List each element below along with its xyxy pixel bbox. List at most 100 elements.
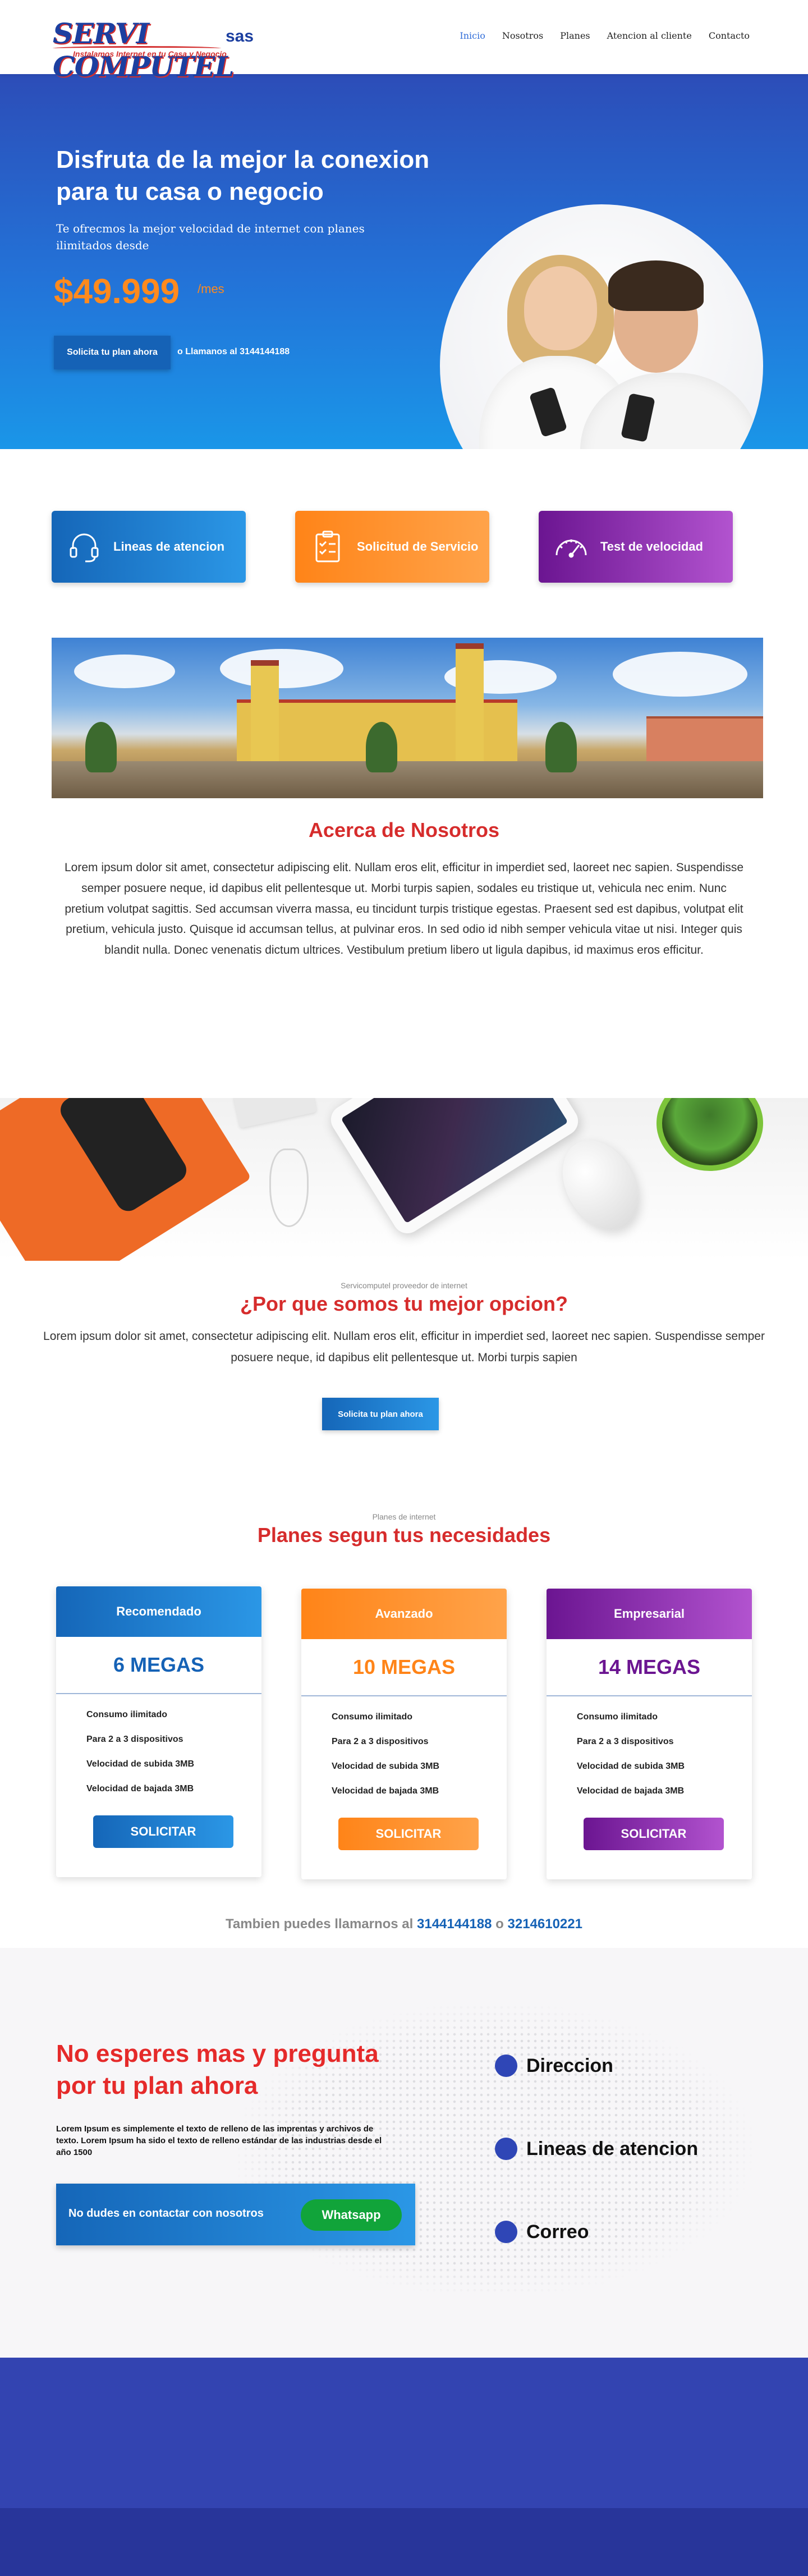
plan-card-empresarial: Empresarial 14 MEGAS Consumo ilimitado P…: [547, 1589, 752, 1879]
plan-feature: Velocidad de bajada 3MB: [332, 1786, 439, 1796]
plans-eyebrow: Planes de internet: [372, 1512, 436, 1521]
hero-call-text: o Llamanos al 3144144188: [177, 347, 290, 356]
why-request-button[interactable]: Solicita tu plan ahora: [322, 1398, 439, 1430]
plan-speed: 14 MEGAS: [547, 1639, 752, 1696]
feature-test-velocidad[interactable]: Test de velocidad: [539, 511, 733, 583]
logo-tagline: Instalamos Internet en tu Casa y Negocio: [73, 49, 227, 58]
plan-feature: Velocidad de bajada 3MB: [577, 1786, 685, 1796]
why-text: Lorem ipsum dolor sit amet, consectetur …: [43, 1330, 765, 1364]
tree: [545, 722, 577, 772]
plan-card-avanzado: Avanzado 10 MEGAS Consumo ilimitado Para…: [301, 1589, 507, 1879]
feature-label: Lineas de atencion: [113, 539, 225, 553]
call-us-line: Tambien puedes llamarnos al 3144144188 o…: [0, 1916, 808, 1932]
nav-inicio[interactable]: Inicio: [460, 30, 485, 41]
bullet-icon: [495, 2221, 517, 2243]
plan-feature: Consumo ilimitado: [332, 1712, 412, 1722]
hero-price: $49.999: [54, 272, 180, 311]
tablet-screen: [341, 1098, 568, 1224]
plan-feature: Consumo ilimitado: [86, 1710, 167, 1719]
call-us-joiner: o: [495, 1916, 504, 1932]
church-tower: [456, 643, 484, 761]
contact-item-correo[interactable]: Correo: [495, 2221, 589, 2243]
why-title: ¿Por que somos tu mejor opcion?: [240, 1292, 568, 1315]
plan-name: Recomendado: [56, 1586, 261, 1637]
desk-devices-image: [0, 1098, 808, 1261]
headset-icon: [66, 529, 102, 565]
plan-feature: Velocidad de subida 3MB: [332, 1761, 440, 1771]
plan-name: Avanzado: [301, 1589, 507, 1639]
contact-section: No esperes mas y pregunta por tu plan ah…: [0, 1948, 808, 2358]
feature-lineas-atencion[interactable]: Lineas de atencion: [52, 511, 246, 583]
plan-features: Consumo ilimitado Para 2 a 3 dispositivo…: [301, 1696, 507, 1796]
cloud: [74, 655, 175, 688]
plan-feature: Velocidad de subida 3MB: [86, 1759, 195, 1769]
site-footer: [0, 2358, 808, 2508]
features-section: Lineas de atencion Solicitud de Servicio…: [0, 449, 808, 638]
contact-item-label: Lineas de atencion: [526, 2138, 699, 2159]
contact-item-label: Direccion: [526, 2055, 613, 2076]
contact-cta-box: No dudes en contactar con nosotros Whats…: [56, 2184, 415, 2245]
mouse: [547, 1127, 654, 1243]
plan-feature: Consumo ilimitado: [577, 1712, 658, 1722]
town-banner-image: [52, 638, 763, 798]
phone-number-1[interactable]: 3144144188: [417, 1916, 492, 1932]
tree: [366, 722, 397, 772]
plant: [656, 1098, 763, 1171]
about-text: Lorem ipsum dolor sit amet, consectetur …: [64, 861, 744, 957]
plan-request-button[interactable]: SOLICITAR: [338, 1818, 479, 1850]
feature-solicitud-servicio[interactable]: Solicitud de Servicio: [295, 511, 489, 583]
call-us-prefix: Tambien puedes llamarnos al: [226, 1916, 414, 1932]
tree: [85, 722, 117, 772]
logo[interactable]: SERVI COMPUTEL sas Instalamos Internet e…: [53, 17, 255, 83]
contact-title: No esperes mas y pregunta por tu plan ah…: [56, 2040, 379, 2100]
plan-request-button[interactable]: SOLICITAR: [93, 1815, 233, 1848]
earphones: [269, 1149, 309, 1227]
footer-bottom-bar: [0, 2508, 808, 2576]
speedometer-icon: [553, 529, 589, 565]
feature-label: Test de velocidad: [600, 539, 703, 553]
plan-feature: Velocidad de subida 3MB: [577, 1761, 685, 1771]
plan-speed: 6 MEGAS: [56, 1637, 261, 1694]
plan-features: Consumo ilimitado Para 2 a 3 dispositivo…: [547, 1696, 752, 1796]
contact-item-direccion[interactable]: Direccion: [495, 2055, 613, 2077]
main-nav: Inicio Nosotros Planes Atencion al clien…: [460, 30, 750, 41]
whatsapp-button[interactable]: Whatsapp: [301, 2199, 402, 2231]
church-tower: [251, 660, 279, 761]
cloud: [613, 652, 747, 697]
man-hair: [608, 260, 704, 311]
phone-number-2[interactable]: 3214610221: [508, 1916, 582, 1932]
plan-request-button[interactable]: SOLICITAR: [584, 1818, 724, 1850]
logo-suffix: sas: [226, 27, 254, 45]
hero-couple-image: [440, 204, 763, 449]
site-header: SERVI COMPUTEL sas Instalamos Internet e…: [0, 0, 808, 83]
about-title: Acerca de Nosotros: [308, 818, 500, 841]
plan-feature: Para 2 a 3 dispositivos: [332, 1737, 429, 1746]
hero-title: Disfruta de la mejor la conexion para tu…: [56, 146, 430, 206]
contact-cta-label: No dudes en contactar con nosotros: [68, 2207, 264, 2220]
contact-item-lineas[interactable]: Lineas de atencion: [495, 2138, 698, 2160]
hero-price-period: /mes: [198, 282, 224, 296]
keyboard: [233, 1098, 317, 1128]
plan-card-recomendado: Recomendado 6 MEGAS Consumo ilimitado Pa…: [56, 1586, 261, 1877]
tablet: [325, 1098, 584, 1239]
plan-feature: Velocidad de bajada 3MB: [86, 1784, 194, 1793]
bullet-icon: [495, 2138, 517, 2160]
contact-text: Lorem Ipsum es simplemente el texto de r…: [56, 2124, 382, 2157]
plan-name: Empresarial: [547, 1589, 752, 1639]
nav-planes[interactable]: Planes: [560, 30, 590, 41]
nav-nosotros[interactable]: Nosotros: [502, 30, 543, 41]
plan-feature: Para 2 a 3 dispositivos: [577, 1737, 674, 1746]
nav-contacto[interactable]: Contacto: [709, 30, 750, 41]
hero-section: Disfruta de la mejor la conexion para tu…: [0, 74, 808, 449]
plans-title: Planes segun tus necesidades: [257, 1523, 551, 1546]
nav-atencion[interactable]: Atencion al cliente: [607, 30, 692, 41]
checklist-icon: [310, 529, 346, 565]
bullet-icon: [495, 2055, 517, 2077]
feature-label: Solicitud de Servicio: [357, 539, 479, 553]
woman-face: [524, 266, 597, 350]
contact-item-label: Correo: [526, 2221, 589, 2243]
plaza-ground: [52, 761, 763, 798]
why-eyebrow: Servicomputel proveedor de internet: [341, 1281, 467, 1290]
hero-request-button[interactable]: Solicita tu plan ahora: [54, 336, 171, 369]
plan-features: Consumo ilimitado Para 2 a 3 dispositivo…: [56, 1694, 261, 1794]
